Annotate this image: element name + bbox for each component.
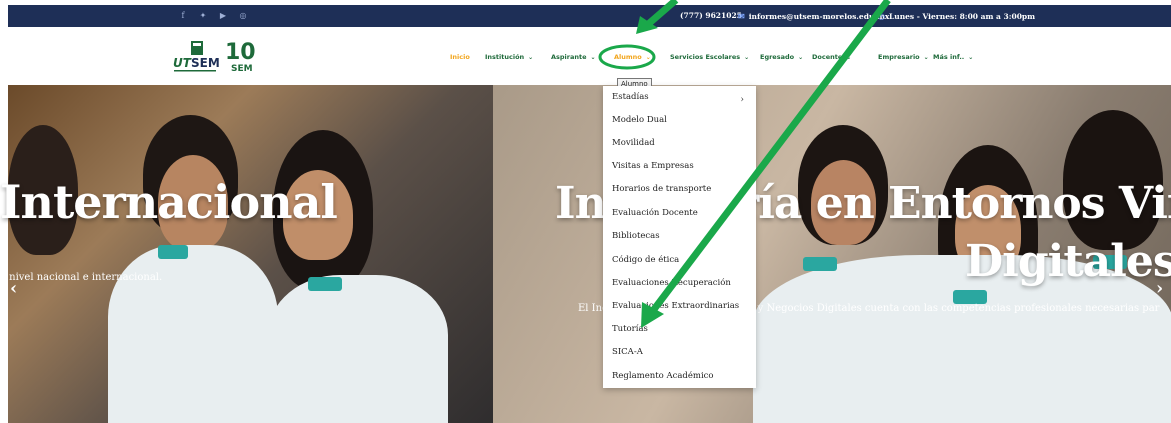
menu-item-evaluacion-docente[interactable]: Evaluación Docente	[612, 208, 698, 218]
chevron-down-icon: ⌄	[744, 53, 750, 61]
email-text[interactable]: informes@utsem-morelos.edu.mx	[749, 12, 890, 21]
youtube-icon[interactable]: ▶	[218, 11, 228, 21]
nav-label: Institución	[485, 53, 525, 61]
menu-item-movilidad[interactable]: Movilidad	[612, 138, 655, 148]
slider-next-arrow-icon[interactable]: ›	[1156, 278, 1163, 299]
email-contact[interactable]: ✉ informes@utsem-morelos.edu.mx	[738, 11, 889, 21]
social-links: f ✦ ▶ ◎	[178, 11, 248, 21]
chevron-down-icon: ⌄	[968, 53, 974, 61]
chevron-right-icon: ›	[740, 95, 744, 105]
nav-label: Empresario	[878, 53, 920, 61]
menu-item-codigo-etica[interactable]: Código de ética	[612, 255, 679, 265]
menu-item-tutorias[interactable]: Tutorías	[612, 324, 648, 334]
nav-institucion[interactable]: Institución ⌄	[485, 53, 533, 61]
twitter-icon[interactable]: ✦	[198, 11, 208, 21]
menu-item-evaluaciones-extraordinarias[interactable]: Evaluaciones Extraordinarias	[612, 301, 739, 311]
chevron-down-icon: ⌄	[923, 53, 929, 61]
nav-inicio[interactable]: Inicio	[450, 53, 470, 61]
menu-item-bibliotecas[interactable]: Bibliotecas	[612, 231, 660, 241]
menu-item-sica-a[interactable]: SICA-A	[612, 347, 643, 357]
hero-slide-photo-left	[8, 85, 493, 423]
nav-label: Más inf..	[933, 53, 965, 61]
nav-label: Aspirante	[551, 53, 587, 61]
top-bar: f ✦ ▶ ◎ (777) 9621025 ✉ informes@utsem-m…	[8, 5, 1171, 27]
nav-empresario[interactable]: Empresario ⌄	[878, 53, 929, 61]
nav-mas-info[interactable]: Más inf.. ⌄	[933, 53, 973, 61]
nav-servicios-escolares[interactable]: Servicios Escolares ⌄	[670, 53, 749, 61]
chevron-down-icon: ⌄	[798, 53, 804, 61]
nav-label: Inicio	[450, 53, 470, 61]
utsem-logo[interactable]: UT SEM 10 SEM	[173, 37, 283, 75]
nav-egresado[interactable]: Egresado ⌄	[760, 53, 803, 61]
nav-docente[interactable]: Docente ⌄	[812, 53, 851, 61]
chevron-down-icon: ⌄	[528, 53, 534, 61]
hours-text: Lunes - Viernes: 8:00 am a 3:00pm	[888, 11, 1036, 21]
facebook-icon[interactable]: f	[178, 11, 188, 21]
svg-text:10: 10	[225, 40, 256, 65]
phone-text: (777) 9621025	[680, 11, 742, 20]
hero-title-right-line2: Digitales	[965, 236, 1171, 287]
chevron-down-icon: ⌄	[645, 53, 651, 61]
menu-item-evaluaciones-recuperacion[interactable]: Evaluaciones Recuperación	[612, 278, 731, 288]
hours-contact: ◷ Lunes - Viernes: 8:00 am a 3:00pm	[878, 11, 1035, 21]
nav-aspirante[interactable]: Aspirante ⌄	[551, 53, 596, 61]
menu-item-estadias[interactable]: Estadías	[612, 92, 649, 102]
menu-item-visitas-empresas[interactable]: Visitas a Empresas	[612, 161, 694, 171]
nav-alumno[interactable]: Alumno ⌄	[614, 53, 651, 61]
svg-text:SEM: SEM	[191, 56, 220, 70]
svg-text:UT: UT	[173, 56, 192, 70]
clock-icon: ◷	[878, 11, 885, 21]
alumno-dropdown-menu: Estadías › Modelo Dual Movilidad Visitas…	[603, 86, 756, 388]
phone-contact: (777) 9621025	[680, 11, 742, 20]
whatsapp-icon[interactable]: ◎	[238, 11, 248, 21]
nav-label: Docente	[812, 53, 843, 61]
menu-item-reglamento-academico[interactable]: Reglamento Académico	[612, 371, 714, 381]
slider-prev-arrow-icon[interactable]: ‹	[10, 278, 17, 299]
nav-label: Alumno	[614, 53, 642, 61]
chevron-down-icon: ⌄	[590, 53, 596, 61]
hero-title-left: Internacional	[0, 175, 338, 229]
mail-icon: ✉	[738, 11, 745, 21]
nav-label: Servicios Escolares	[670, 53, 741, 61]
chevron-down-icon: ⌄	[846, 53, 852, 61]
menu-item-horarios-transporte[interactable]: Horarios de transporte	[612, 184, 711, 194]
hero-subtitle-left: a nivel nacional e internacional.	[0, 272, 163, 283]
svg-text:SEM: SEM	[231, 64, 253, 74]
menu-item-modelo-dual[interactable]: Modelo Dual	[612, 115, 667, 125]
nav-label: Egresado	[760, 53, 795, 61]
